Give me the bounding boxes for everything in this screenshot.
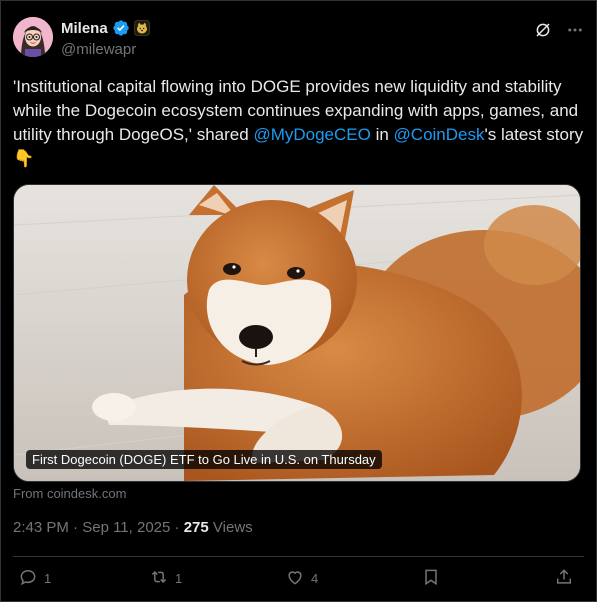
repost-button[interactable]: 1 <box>149 567 182 590</box>
tweet-header: Milena @milewapr <box>13 17 584 61</box>
pointing-down-emoji: 👇 <box>13 149 35 168</box>
bookmark-icon <box>421 567 441 590</box>
tweet-card: Milena @milewapr 'Institutional capital … <box>0 0 597 602</box>
tweet-date[interactable]: Sep 11, 2025 <box>82 519 170 536</box>
reply-button[interactable]: 1 <box>18 567 51 590</box>
user-handle[interactable]: @milewapr <box>61 41 136 58</box>
meta-separator: · <box>174 519 180 536</box>
repost-count: 1 <box>175 571 183 586</box>
views-count: 275 <box>183 519 209 536</box>
like-button[interactable]: 4 <box>285 567 318 590</box>
tweet-text: 'Institutional capital flowing into DOGE… <box>13 75 585 171</box>
grok-icon[interactable] <box>534 21 552 39</box>
tweet-time[interactable]: 2:43 PM <box>13 519 69 536</box>
display-name[interactable]: Milena <box>61 20 108 37</box>
more-icon[interactable] <box>566 21 584 39</box>
action-bar: 1 1 4 <box>13 567 584 593</box>
mention-link-coindesk[interactable]: @CoinDesk <box>394 125 485 144</box>
name-row: Milena <box>61 19 150 37</box>
reply-icon <box>18 567 38 590</box>
link-card-image[interactable]: First Dogecoin (DOGE) ETF to Go Live in … <box>13 184 581 482</box>
avatar[interactable] <box>13 17 53 57</box>
repost-icon <box>149 567 169 590</box>
share-icon <box>554 567 574 590</box>
link-card-caption: First Dogecoin (DOGE) ETF to Go Live in … <box>26 450 382 469</box>
bookmark-button[interactable] <box>421 567 441 590</box>
meta-separator: · <box>73 519 79 536</box>
tweet-text-segment: 's latest story <box>484 125 584 144</box>
link-source[interactable]: From coindesk.com <box>13 486 126 501</box>
verified-icon <box>112 19 130 37</box>
mention-link-mydogeceo[interactable]: @MyDogeCEO <box>253 125 370 144</box>
like-count: 4 <box>311 571 319 586</box>
affiliate-badge-icon[interactable] <box>133 20 150 36</box>
tweet-meta: 2:43 PM · Sep 11, 2025 · 275 Views <box>13 519 253 536</box>
header-actions <box>534 21 584 39</box>
shiba-inu-photo <box>14 185 580 481</box>
share-button[interactable] <box>554 567 574 590</box>
reply-count: 1 <box>44 571 52 586</box>
tweet-text-segment: in <box>370 125 394 144</box>
like-icon <box>285 567 305 590</box>
divider <box>13 556 584 557</box>
views-label: Views <box>212 519 253 536</box>
